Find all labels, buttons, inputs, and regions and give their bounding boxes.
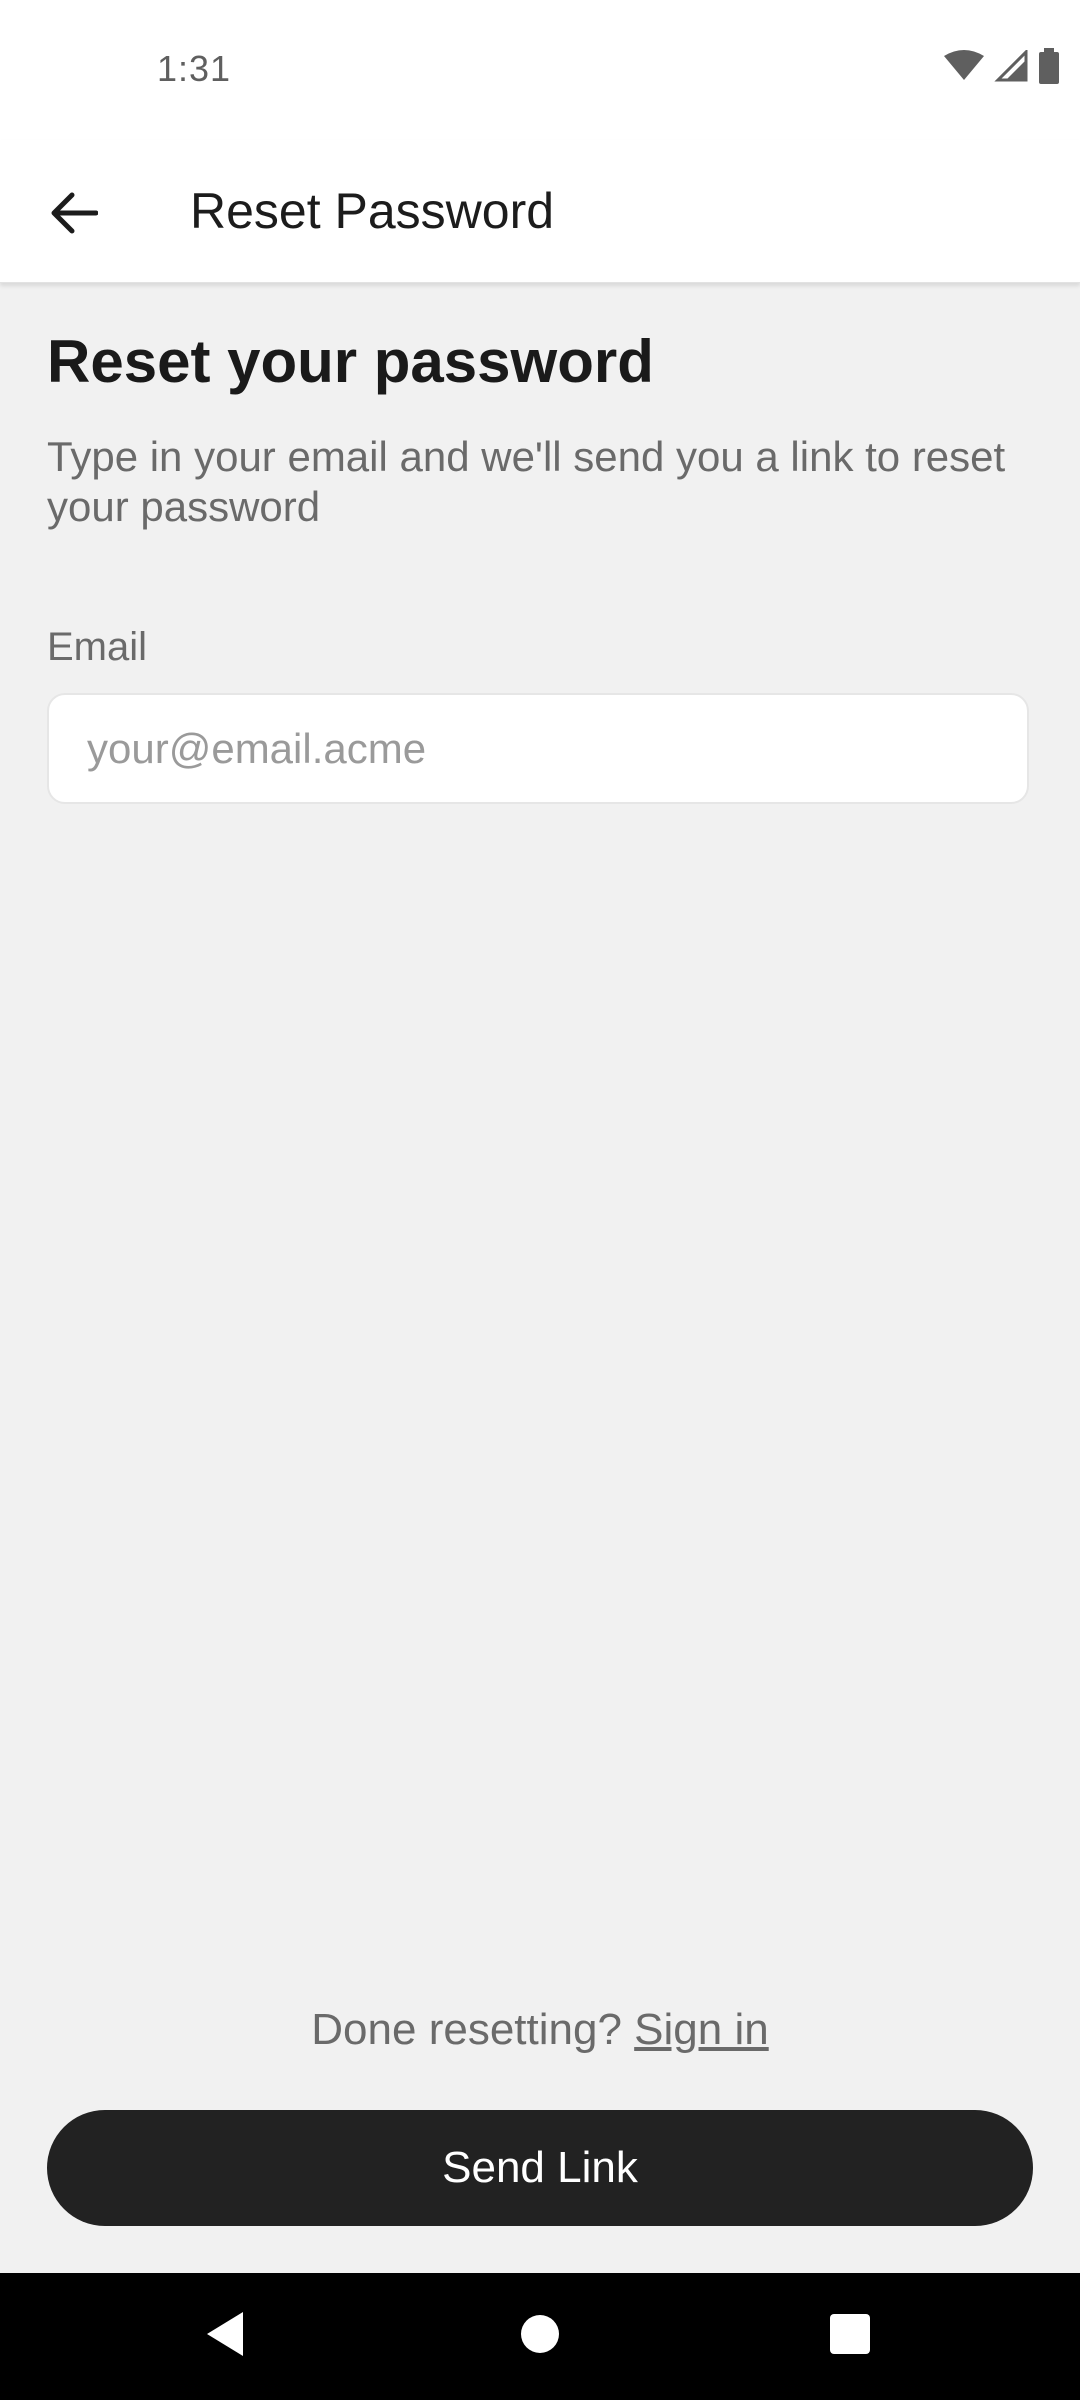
back-triangle-icon (203, 2310, 247, 2363)
signin-prompt-text: Done resetting? (311, 2005, 622, 2054)
wifi-icon (944, 50, 984, 87)
status-time: 1:31 (157, 48, 232, 89)
system-nav-bar (0, 2273, 1080, 2400)
status-icons (944, 48, 1060, 89)
signin-prompt: Done resetting? Sign in (0, 2005, 1080, 2055)
send-link-button[interactable]: Send Link (47, 2110, 1033, 2226)
back-button[interactable] (34, 175, 114, 255)
page-title: Reset Password (190, 183, 555, 239)
signin-link[interactable]: Sign in (634, 2005, 769, 2054)
recents-square-icon (829, 2313, 871, 2360)
email-field[interactable] (47, 693, 1029, 804)
home-circle-icon (519, 2313, 561, 2360)
arrow-left-icon (50, 192, 99, 239)
form-subtitle: Type in your email and we'll send you a … (47, 433, 1006, 530)
nav-recents-button[interactable] (815, 2301, 885, 2371)
reset-form: Reset your password Type in your email a… (47, 282, 1033, 804)
signal-icon (994, 48, 1028, 87)
battery-icon (1038, 48, 1060, 89)
nav-home-button[interactable] (505, 2301, 575, 2371)
form-heading: Reset your password (47, 328, 654, 395)
email-label: Email (47, 625, 148, 669)
status-bar: 1:31 (0, 0, 1080, 140)
nav-back-button[interactable] (190, 2301, 260, 2371)
app-bar: Reset Password (0, 140, 1080, 283)
